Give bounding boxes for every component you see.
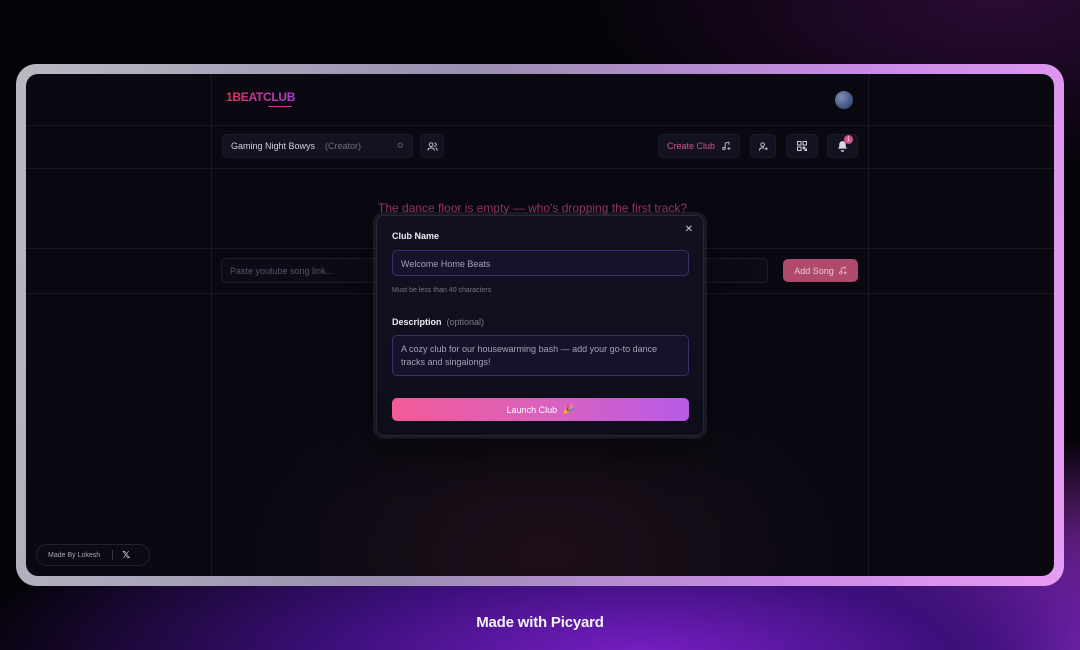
users-icon xyxy=(426,141,438,151)
club-selector[interactable]: Gaming Night Bowys (Creator) ≎ xyxy=(222,134,413,158)
watermark: Made with Picyard xyxy=(476,614,604,631)
user-plus-icon xyxy=(758,141,768,151)
create-club-label: Create Club xyxy=(666,141,716,151)
notifications-button[interactable] xyxy=(827,134,858,158)
add-song-label: Add Song xyxy=(794,265,834,276)
launch-club-label: Launch Club xyxy=(506,404,558,415)
club-name-hint: Must be less than 40 characters xyxy=(392,287,492,294)
club-name-label-text: Club Name xyxy=(392,231,440,241)
app-logo[interactable]: 1BEATCLUB xyxy=(226,90,295,104)
members-button[interactable] xyxy=(420,134,444,158)
club-name: Gaming Night Bowys xyxy=(231,141,316,151)
separator xyxy=(112,550,114,560)
logo-underline xyxy=(268,106,292,107)
add-user-button[interactable] xyxy=(750,134,776,158)
made-by-label: Made By Lokesh xyxy=(48,551,101,559)
optional-tag: (optional) xyxy=(446,317,485,327)
avatar[interactable] xyxy=(835,91,853,109)
app-screen: 1BEATCLUB Gaming Night Bowys (Creator) ≎… xyxy=(26,74,1054,576)
create-club-modal: ✕ Club Name Welcome Home Beats Must be l… xyxy=(376,215,704,436)
club-name-input[interactable]: Welcome Home Beats xyxy=(392,250,689,276)
device-frame: 1BEATCLUB Gaming Night Bowys (Creator) ≎… xyxy=(16,64,1064,586)
launch-club-button[interactable]: Launch Club 🎉 xyxy=(392,398,689,421)
divider xyxy=(26,125,1054,126)
club-name-label: Club Name xyxy=(392,231,439,241)
create-club-button[interactable]: Create Club xyxy=(658,134,740,158)
empty-state-message: The dance floor is empty — who's droppin… xyxy=(378,201,688,215)
divider xyxy=(211,74,212,576)
qr-code-button[interactable] xyxy=(786,134,818,158)
chevron-updown-icon: ≎ xyxy=(396,140,404,150)
music-add-icon xyxy=(838,266,847,275)
notification-badge: 1 xyxy=(844,135,853,144)
description-label-text: Description xyxy=(392,317,442,327)
description-textarea[interactable]: A cozy club for our housewarming bash — … xyxy=(392,335,689,376)
close-icon[interactable]: ✕ xyxy=(685,224,693,235)
made-by-badge[interactable]: Made By Lokesh 𝕏 xyxy=(36,544,150,566)
music-add-icon xyxy=(722,141,731,151)
x-logo-icon[interactable]: 𝕏 xyxy=(122,550,130,561)
divider xyxy=(868,74,869,576)
add-song-button[interactable]: Add Song xyxy=(783,259,858,282)
club-role: (Creator) xyxy=(325,141,362,151)
divider xyxy=(26,168,1054,169)
party-popper-icon: 🎉 xyxy=(563,404,575,414)
description-label: Description (optional) xyxy=(392,317,484,327)
qr-code-icon xyxy=(797,141,807,151)
